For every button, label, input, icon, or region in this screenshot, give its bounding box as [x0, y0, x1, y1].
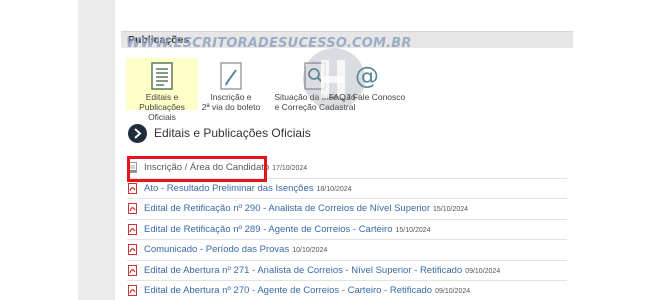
chevron-right-icon [128, 124, 147, 143]
right-margin [575, 0, 650, 300]
tile-label-line1: Inscrição e [210, 92, 252, 102]
document-date: 15/10/2024 [395, 226, 431, 234]
pdf-icon [128, 264, 137, 276]
document-date: 18/10/2024 [316, 185, 352, 193]
document-title: Edital de Retificação nº 290 - Analista … [144, 203, 430, 214]
document-title: Edital de Retificação nº 289 - Agente de… [144, 223, 393, 235]
pen-document-icon [220, 62, 242, 90]
tile-inscricao-boleto[interactable]: Inscrição e 2ª via do boleto [195, 58, 267, 112]
tile-label-line1: Editais e Publicações [139, 92, 185, 112]
document-title: Ato - Resultado Preliminar das Isenções [144, 182, 314, 194]
list-item: Edital de Abertura nº 271 - Analista de … [127, 261, 567, 281]
tile-label-line1: FAQ / Fale Conosco [328, 92, 406, 102]
pdf-icon [128, 244, 137, 255]
document-title: Comunicado - Período das Provas [144, 244, 290, 255]
document-link[interactable]: Edital de Abertura nº 271 - Analista de … [144, 265, 500, 276]
list-item: Comunicado - Período das Provas 10/10/202… [127, 240, 567, 261]
document-date: 17/10/2024 [272, 165, 308, 172]
document-link[interactable]: Edital de Retificação nº 289 - Agente de… [144, 224, 431, 235]
document-date: 09/10/2024 [465, 267, 501, 275]
document-link[interactable]: Edital de Abertura nº 270 - Agente de Co… [144, 285, 470, 296]
tile-editais-publicacoes[interactable]: Editais e Publicações Oficiais [126, 58, 198, 122]
document-date: 09/10/2024 [435, 288, 471, 295]
tile-faq-fale-conosco[interactable]: @ FAQ / Fale Conosco [325, 58, 409, 110]
list-item: Edital de Retificação nº 289 - Agente de… [127, 220, 567, 240]
left-rail [78, 0, 115, 300]
document-link[interactable]: Comunicado - Período das Provas 10/10/202… [144, 244, 327, 255]
highlight-annotation-box [127, 156, 267, 182]
at-sign-icon: @ [355, 62, 379, 90]
document-title: Edital de Abertura nº 270 - Agente de Co… [144, 285, 433, 296]
document-link[interactable]: Ato - Resultado Preliminar das Isenções 1… [144, 183, 352, 194]
pdf-icon [128, 285, 137, 296]
document-list-icon [151, 62, 173, 90]
pdf-icon [128, 182, 137, 194]
pdf-icon [128, 223, 137, 235]
document-title: Edital de Abertura nº 271 - Analista de … [144, 264, 463, 276]
list-item: Edital de Retificação nº 290 - Analista … [127, 199, 567, 220]
svg-text:@: @ [355, 62, 379, 90]
document-date: 15/10/2024 [432, 206, 469, 213]
tile-label-line2: Oficiais [148, 112, 176, 122]
pdf-icon [128, 203, 137, 214]
document-link[interactable]: Edital de Retificação nº 290 - Analista … [144, 203, 468, 214]
subheader-title: Editais e Publicações Oficiais [154, 126, 311, 140]
left-gutter [0, 0, 78, 300]
document-date: 10/10/2024 [292, 247, 328, 254]
tile-label-line2: 2ª via do boleto [201, 102, 261, 112]
watermark-text: WWW.ESCRITORADESUCESSO.COM.BR [126, 36, 412, 51]
list-item: Edital de Abertura nº 270 - Agente de Co… [127, 281, 567, 300]
